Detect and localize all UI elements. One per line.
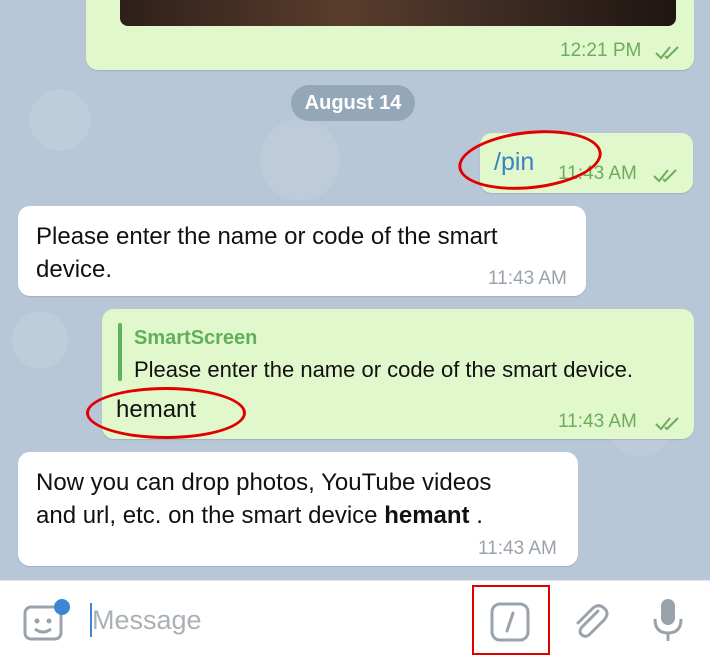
attach-icon[interactable]: [568, 599, 612, 643]
reply-author[interactable]: SmartScreen: [134, 327, 257, 350]
bot-confirm-message[interactable]: Now you can drop photos, YouTube videos …: [18, 452, 578, 566]
message-line-suffix: .: [469, 502, 483, 529]
message-input-bar: Message: [0, 580, 710, 659]
sticker-icon[interactable]: [22, 597, 72, 643]
date-separator: August 14: [291, 85, 415, 121]
message-line: device.: [36, 256, 113, 283]
message-line: and url, etc. on the smart device hemant…: [36, 499, 483, 532]
message-time: 11:43 AM: [488, 268, 567, 289]
double-check-icon: [653, 169, 677, 183]
reply-quote-bar: [118, 323, 122, 381]
double-check-icon: [655, 417, 679, 431]
reply-quote-text: Please enter the name or code of the sma…: [134, 357, 633, 382]
message-time: 11:43 AM: [478, 538, 557, 559]
message-input[interactable]: Message: [92, 605, 202, 636]
message-line: Please enter the name or code of the sma…: [36, 223, 498, 250]
bot-prompt-message[interactable]: Please enter the name or code of the sma…: [18, 206, 586, 296]
message-line: Now you can drop photos, YouTube videos: [36, 469, 492, 496]
highlight-circle: [86, 387, 246, 439]
microphone-icon[interactable]: [650, 597, 686, 645]
double-check-icon: [655, 46, 679, 60]
message-time: 12:21 PM: [560, 40, 642, 61]
message-line-prefix: and url, etc. on the smart device: [36, 502, 385, 529]
device-name: hemant: [384, 502, 470, 529]
photo-thumbnail[interactable]: [120, 0, 676, 26]
highlight-box: [472, 585, 550, 655]
photo-message[interactable]: 12:21 PM: [86, 0, 694, 70]
chat-area: 12:21 PM August 14 /pin 11:43 AM Please …: [0, 0, 710, 580]
message-time: 11:43 AM: [558, 411, 637, 432]
